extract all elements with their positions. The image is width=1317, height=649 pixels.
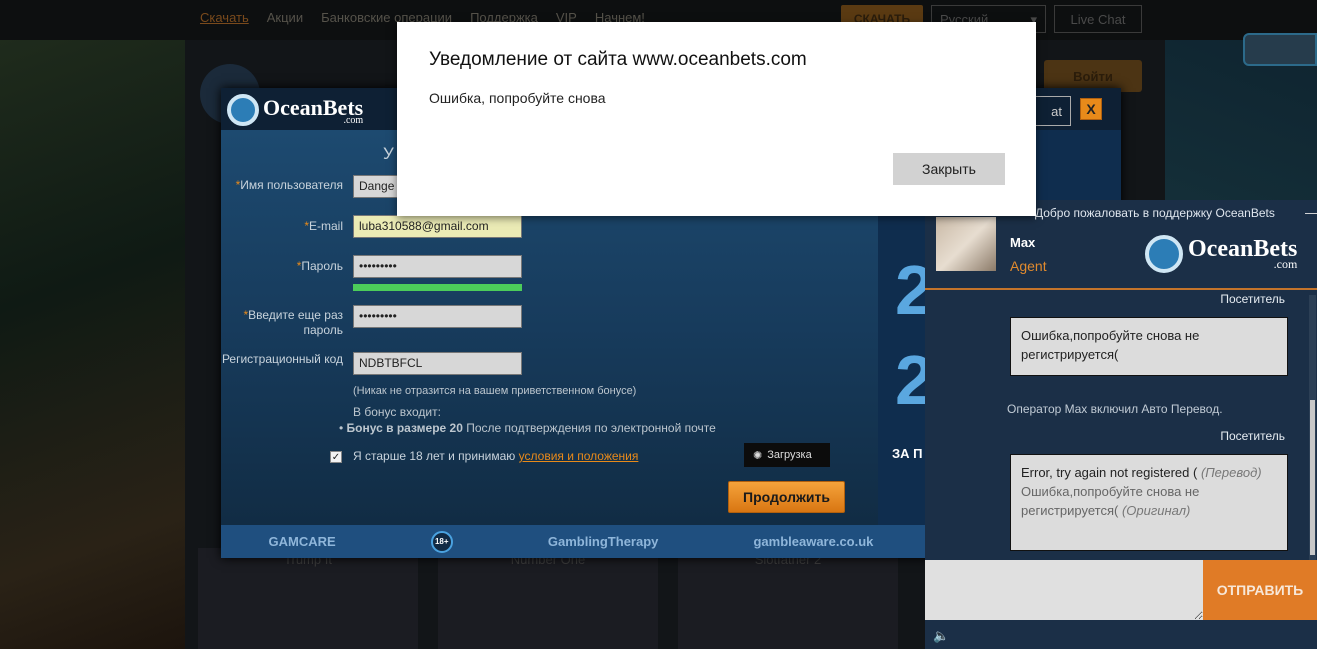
spinner-icon: ✺ xyxy=(753,449,763,462)
game-tile[interactable]: Trump It xyxy=(198,548,418,649)
loading-text: Загрузка xyxy=(767,449,812,461)
gambling-therapy-logo[interactable]: GamblingTherapy xyxy=(548,534,659,549)
message-sender: Посетитель xyxy=(1220,429,1285,443)
game-tile[interactable]: Number One xyxy=(438,548,658,649)
bonus-item: • Бонус в размере 20 После подтверждения… xyxy=(339,421,716,435)
gamcare-logo[interactable]: GAMCARE xyxy=(269,534,336,549)
age-checkbox[interactable]: ✓ xyxy=(330,451,342,463)
alert-dialog: Уведомление от сайта www.oceanbets.com О… xyxy=(397,22,1036,216)
nav-download[interactable]: Скачать xyxy=(200,10,249,30)
ship-wheel-icon xyxy=(1145,235,1183,273)
promo-caption: ЗА П xyxy=(892,446,923,461)
confirm-password-label: *Введите еще раз пароль xyxy=(243,308,343,337)
bonus-condition: После подтверждения по электронной почте xyxy=(462,421,716,435)
gambleaware-logo[interactable]: gambleaware.co.uk xyxy=(753,534,873,549)
game-tile[interactable]: Slotfather 2 xyxy=(678,548,898,649)
bonus-intro: В бонус входит: xyxy=(353,405,441,419)
age-18-badge: 18+ xyxy=(430,530,453,553)
continue-button[interactable]: Продолжить xyxy=(728,481,845,513)
chat-title: Добро пожаловать в поддержку OceanBets xyxy=(1035,206,1275,220)
alert-title: Уведомление от сайта www.oceanbets.com xyxy=(429,49,807,70)
agent-name: Max xyxy=(1010,235,1036,250)
original-tag: (Оригинал) xyxy=(1121,503,1191,518)
chat-messages: Посетитель Ошибка,попробуйте снова не ре… xyxy=(925,290,1317,560)
live-chat-button[interactable]: Live Chat xyxy=(1054,5,1142,33)
username-label: *Имя пользователя xyxy=(235,178,343,192)
confirm-password-input[interactable]: ••••••••• xyxy=(353,305,522,328)
reg-code-input[interactable]: NDBTBFCL xyxy=(353,352,522,375)
bonus-amount: Бонус в размере 20 xyxy=(346,421,463,435)
send-button[interactable]: ОТПРАВИТЬ xyxy=(1203,560,1317,620)
tos-text: Я старше 18 лет и принимаю условия и пол… xyxy=(353,449,639,463)
message-sender: Посетитель xyxy=(1220,292,1285,306)
form-title: У xyxy=(383,144,394,163)
alert-close-button[interactable]: Закрыть xyxy=(893,153,1005,185)
close-button[interactable]: X xyxy=(1080,98,1102,120)
ship-wheel-icon xyxy=(227,94,259,126)
side-widget[interactable] xyxy=(1243,33,1317,66)
game-tiles: Trump It Number One Slotfather 2 xyxy=(198,548,898,649)
system-message: Оператор Max включил Авто Перевод. xyxy=(1007,402,1223,416)
background-left xyxy=(0,40,185,649)
translated-text: Error, try again not registered ( xyxy=(1021,465,1198,480)
chat-message-input[interactable] xyxy=(925,560,1203,620)
reg-code-note: (Никак не отразится на вашем приветствен… xyxy=(353,385,637,397)
password-input[interactable]: ••••••••• xyxy=(353,255,522,278)
reg-code-label: Регистрационный код xyxy=(221,352,343,366)
email-input[interactable]: luba310588@gmail.com xyxy=(353,215,522,238)
agent-role: Agent xyxy=(1010,258,1047,274)
minimize-icon[interactable]: — xyxy=(1305,204,1317,220)
loading-tooltip: ✺ Загрузка xyxy=(744,443,830,467)
nav-promotions[interactable]: Акции xyxy=(267,10,303,30)
scrollbar-thumb[interactable] xyxy=(1310,400,1315,555)
oceanbets-logo: OceanBets .com xyxy=(1145,235,1297,273)
agent-avatar xyxy=(936,217,996,271)
support-chat-widget: Добро пожаловать в поддержку OceanBets —… xyxy=(925,200,1317,649)
translated-tag: (Перевод) xyxy=(1200,465,1262,480)
email-label: *E-mail xyxy=(304,219,343,233)
chat-message: Ошибка,попробуйте снова не регистрируетс… xyxy=(1010,317,1288,376)
chat-message: Error, try again not registered ( (Перев… xyxy=(1010,454,1288,551)
tos-link[interactable]: условия и положения xyxy=(519,449,639,463)
speaker-icon[interactable]: 🔈 xyxy=(933,628,949,644)
password-strength-bar xyxy=(353,284,522,291)
oceanbets-logo: OceanBets .com xyxy=(227,94,363,126)
password-label: *Пароль xyxy=(296,259,343,273)
alert-message: Ошибка, попробуйте снова xyxy=(429,90,606,106)
